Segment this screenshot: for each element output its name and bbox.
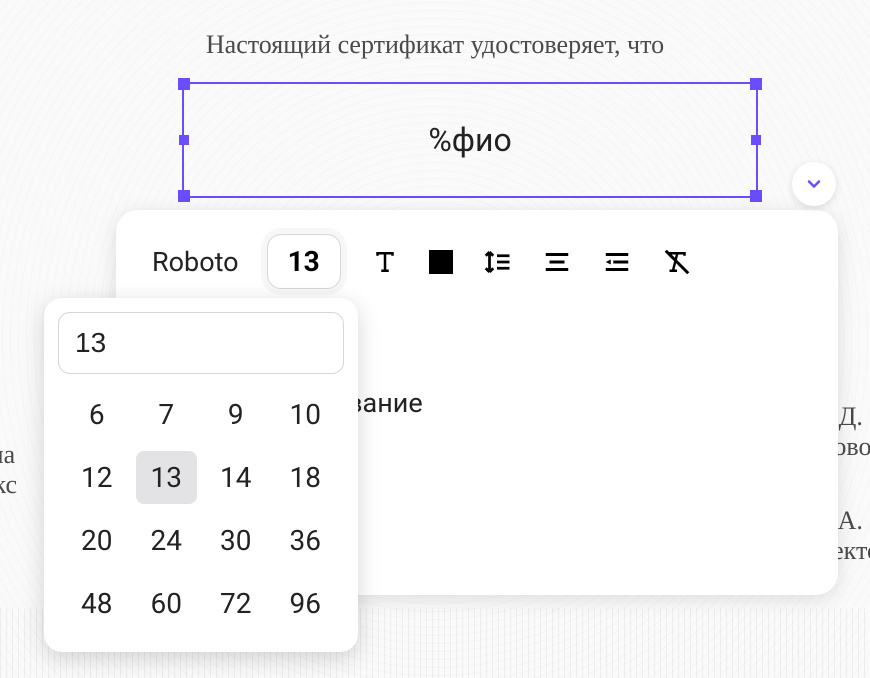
selected-text-block[interactable]: %фио xyxy=(182,82,758,198)
clear-format-button[interactable] xyxy=(661,246,693,278)
background-text-fragment: акс xyxy=(0,470,17,500)
expand-toggle-button[interactable] xyxy=(792,162,836,206)
align-button[interactable] xyxy=(541,246,573,278)
font-size-option[interactable]: 96 xyxy=(275,577,337,630)
text-t-icon xyxy=(370,247,400,277)
resize-handle-top-left[interactable] xyxy=(178,78,190,90)
background-text-fragment: А. І xyxy=(838,506,870,536)
font-size-input[interactable] xyxy=(58,312,344,374)
line-spacing-icon xyxy=(482,247,512,277)
resize-handle-middle-left[interactable] xyxy=(179,135,189,145)
font-size-option[interactable]: 6 xyxy=(66,388,128,441)
resize-handle-top-right[interactable] xyxy=(750,78,762,90)
indent-icon xyxy=(602,247,632,277)
font-size-option[interactable]: 14 xyxy=(205,451,267,504)
indent-button[interactable] xyxy=(601,246,633,278)
font-size-option[interactable]: 36 xyxy=(275,514,337,567)
certificate-header: Настоящий сертификат удостоверяет, что xyxy=(0,30,870,60)
toolbar-row: Roboto 13 xyxy=(116,210,838,309)
font-size-selector[interactable]: 13 xyxy=(267,234,341,289)
resize-handle-middle-right[interactable] xyxy=(751,135,761,145)
resize-handle-bottom-right[interactable] xyxy=(750,190,762,202)
font-size-option[interactable]: 72 xyxy=(205,577,267,630)
font-size-option[interactable]: 30 xyxy=(205,514,267,567)
clear-format-icon xyxy=(662,247,692,277)
font-family-selector[interactable]: Roboto xyxy=(152,246,239,278)
font-size-option[interactable]: 60 xyxy=(136,577,198,630)
text-color-button[interactable] xyxy=(429,250,453,274)
line-spacing-button[interactable] xyxy=(481,246,513,278)
chevron-down-icon xyxy=(804,174,824,194)
align-center-icon xyxy=(542,247,572,277)
font-size-option[interactable]: 48 xyxy=(66,577,128,630)
font-size-option[interactable]: 7 xyxy=(136,388,198,441)
font-size-popup: 67910 12131418 20243036 48607296 xyxy=(44,298,358,652)
background-text-fragment: овод xyxy=(833,432,870,462)
font-size-option[interactable]: 20 xyxy=(66,514,128,567)
font-size-option[interactable]: 12 xyxy=(66,451,128,504)
background-text-fragment: ола xyxy=(0,440,15,470)
text-format-button[interactable] xyxy=(369,246,401,278)
font-size-grid: 67910 12131418 20243036 48607296 xyxy=(58,388,344,630)
font-size-option[interactable]: 9 xyxy=(205,388,267,441)
font-size-option[interactable]: 13 xyxy=(136,451,198,504)
background-text-fragment: Д. І xyxy=(839,402,870,432)
font-size-option[interactable]: 18 xyxy=(275,451,337,504)
resize-handle-bottom-left[interactable] xyxy=(178,190,190,202)
font-size-option[interactable]: 10 xyxy=(275,388,337,441)
font-size-option[interactable]: 24 xyxy=(136,514,198,567)
placeholder-text[interactable]: %фио xyxy=(428,121,511,159)
